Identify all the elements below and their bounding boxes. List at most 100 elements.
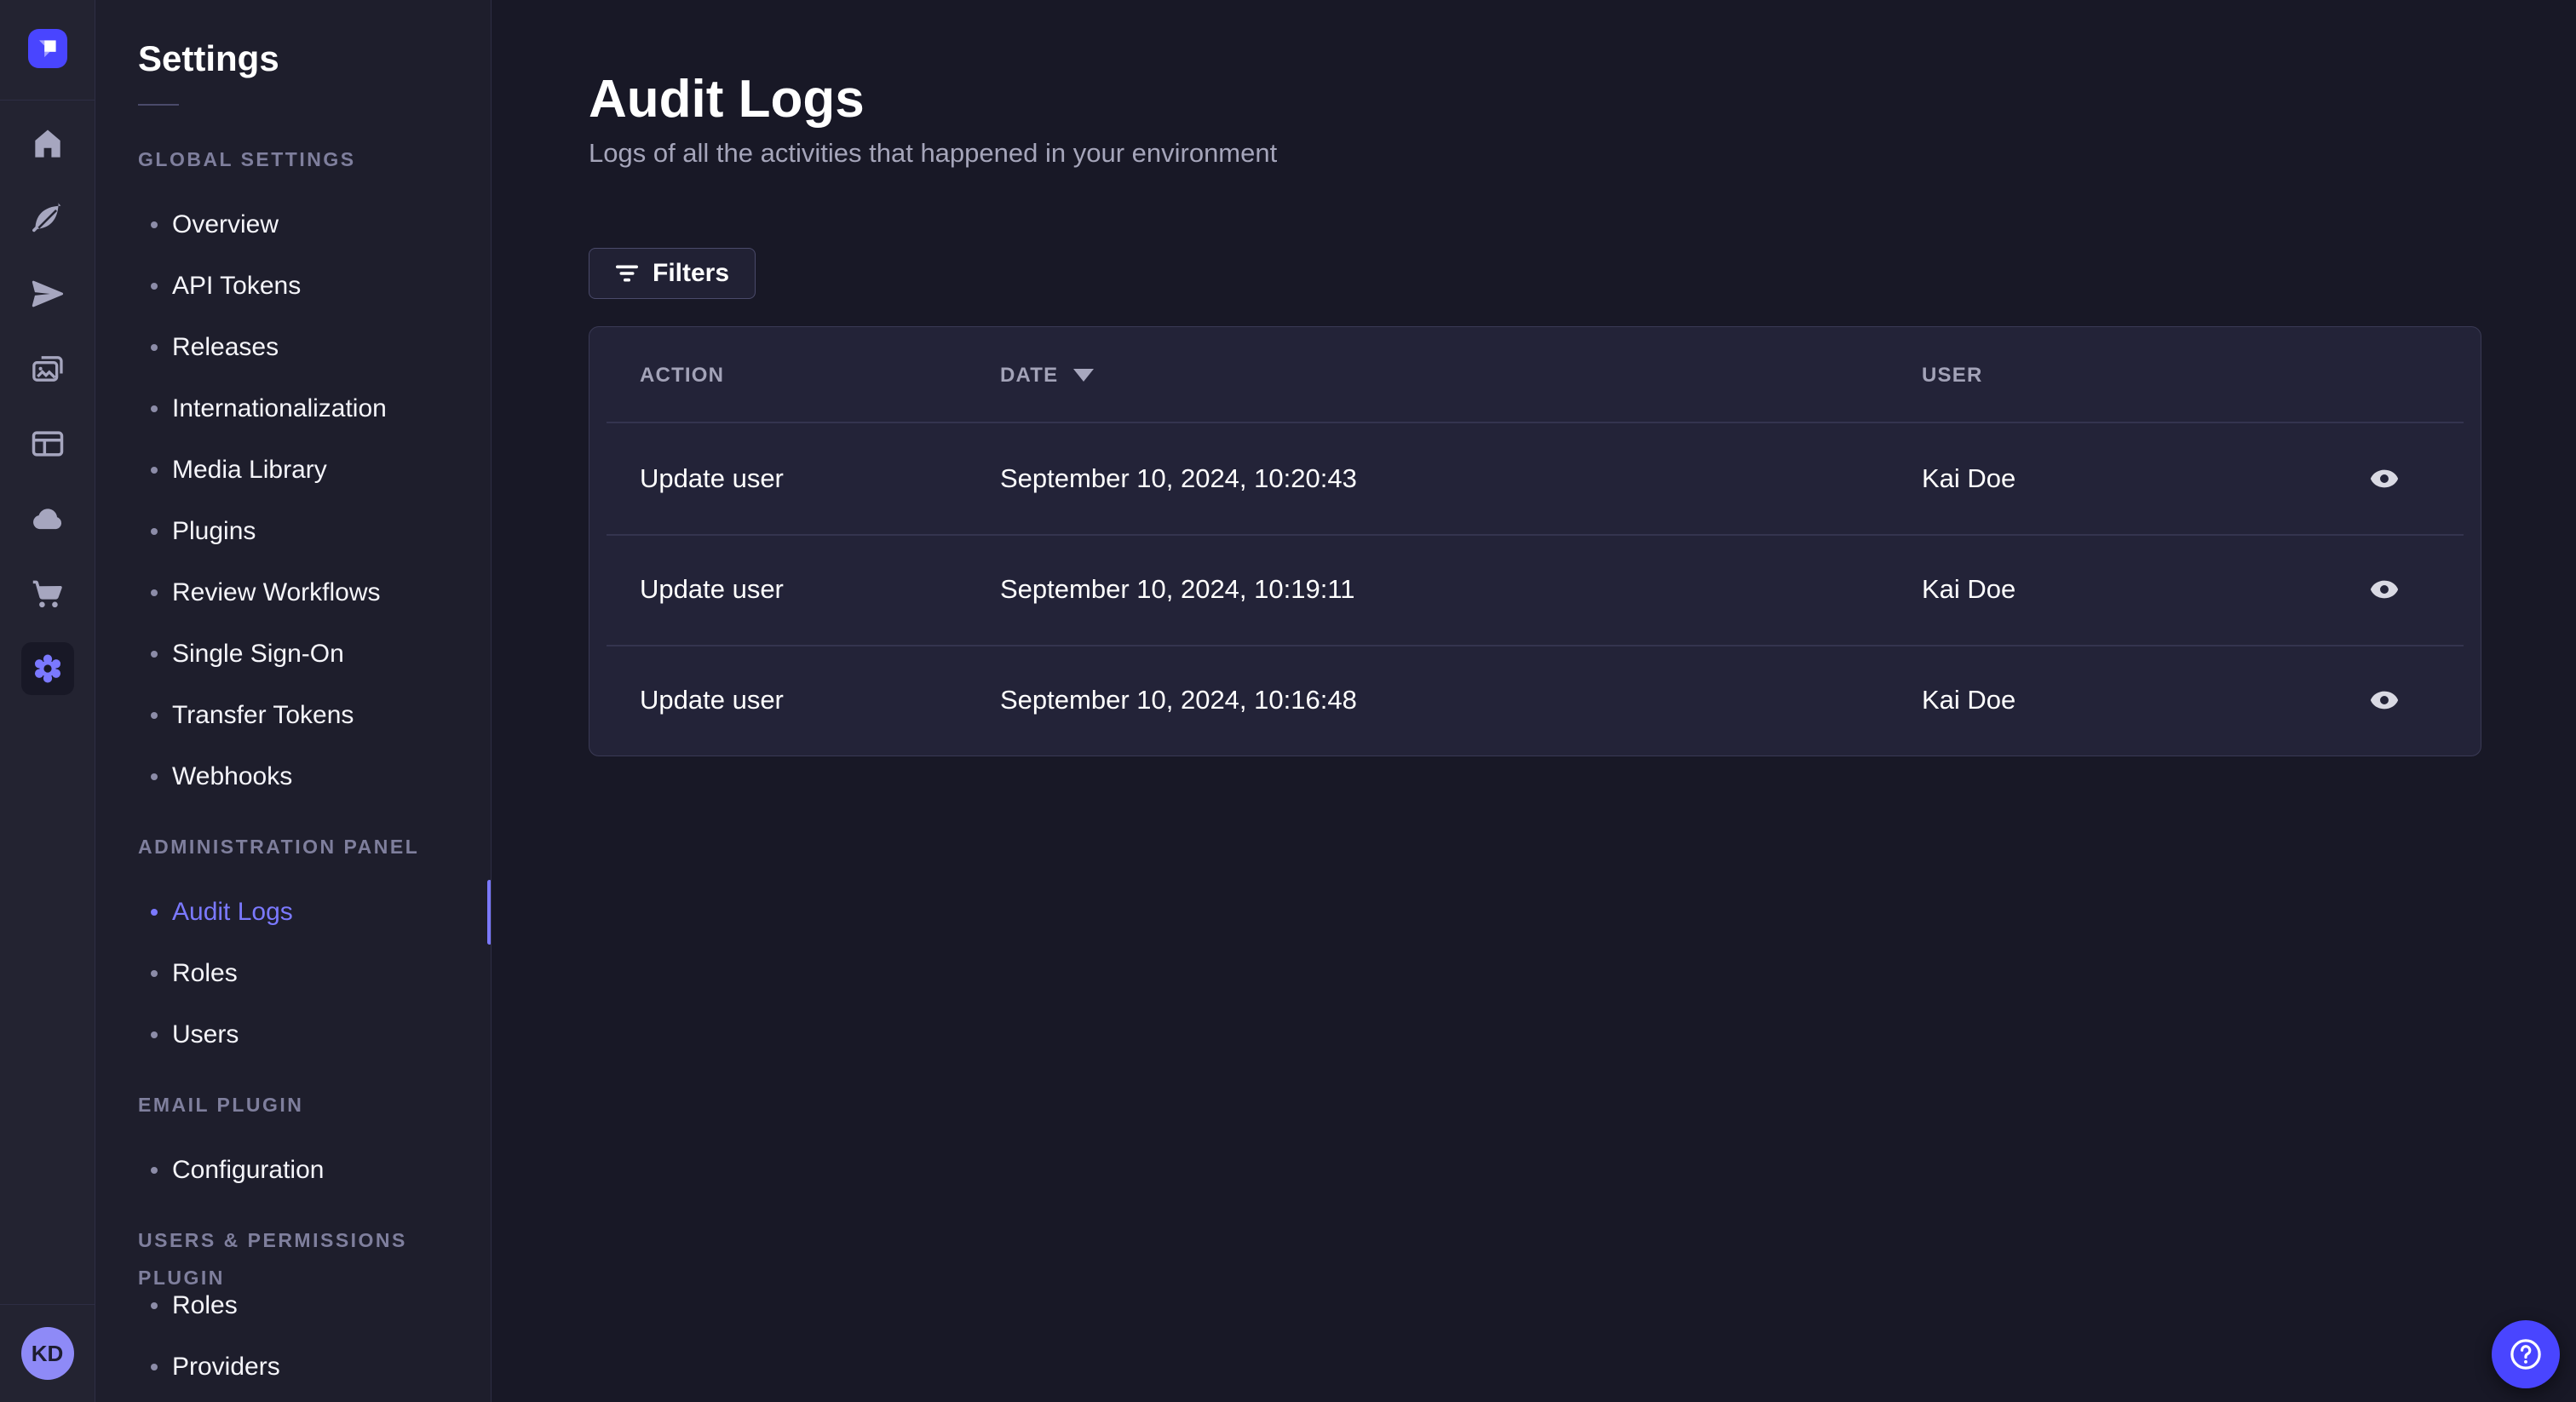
cell-user: Kai Doe [1922,574,2016,604]
sidebar-item-providers[interactable]: Providers [138,1336,491,1398]
filters-button-label: Filters [653,259,730,287]
bullet-icon [151,1167,158,1174]
section-label: EMAIL PLUGIN [138,1094,304,1116]
sidebar-item-label: Single Sign-On [172,640,344,668]
rail-cloud-icon[interactable] [21,492,74,545]
sidebar-item-label: API Tokens [172,272,302,300]
section-label: USERS & PERMISSIONS PLUGIN [138,1229,407,1289]
bullet-icon [151,344,158,351]
sidebar-item-label: Configuration [172,1156,325,1184]
bullet-icon [151,1364,158,1370]
sidebar-item-label: Media Library [172,456,327,484]
sidebar-section-global-settings: GLOBAL SETTINGS Overview API Tokens Release… [138,141,491,807]
sidebar-item-webhooks[interactable]: Webhooks [138,746,491,807]
column-header-label: ACTION [640,363,725,387]
cell-date: September 10, 2024, 10:16:48 [1000,685,1357,715]
sidebar-item-api-tokens[interactable]: API Tokens [138,256,491,317]
bullet-icon [151,773,158,780]
audit-logs-table: ACTION DATE USER Update user September 10… [589,326,2481,756]
bullet-icon [151,1302,158,1309]
rail-icon-nav [20,101,74,717]
sidebar-section-administration-panel: ADMINISTRATION PANEL Audit Logs Roles Users [138,828,491,1066]
column-header-label: USER [1922,363,1983,387]
eye-icon [2370,686,2399,715]
sidebar-item-label: Roles [172,1291,238,1319]
subnav-title: Settings [138,38,279,78]
bullet-icon [151,528,158,535]
app-root: KD Settings GLOBAL SETTINGS Overview API T… [0,0,2576,1402]
bullet-icon [151,651,158,658]
sidebar-item-label: Transfer Tokens [172,701,354,729]
page-title: Audit Logs [589,70,865,129]
cell-view [2336,686,2481,715]
main-content: Audit Logs Logs of all the activities th… [492,0,2576,1402]
cell-action: Update user [640,685,784,715]
sidebar-item-plugins[interactable]: Plugins [138,501,491,562]
table-row[interactable]: Update user September 10, 2024, 10:20:43 K… [589,423,2481,534]
subnav-title-rule [138,104,179,106]
rail-gear-icon[interactable] [20,642,74,695]
sidebar-section-users-permissions-plugin: USERS & PERMISSIONS PLUGIN Roles Providers [138,1221,491,1398]
cell-action: Update user [640,574,784,604]
sidebar-item-media-library[interactable]: Media Library [138,440,491,501]
column-header-action: ACTION [589,364,1000,388]
sidebar-item-transfer-tokens[interactable]: Transfer Tokens [138,685,491,746]
help-button[interactable] [2492,1320,2560,1388]
sidebar-item-label: Webhooks [172,762,293,790]
column-header-label: DATE [1000,363,1059,387]
column-header-date[interactable]: DATE [1000,364,1922,388]
sidebar-item-roles[interactable]: Roles [138,1275,491,1336]
cell-user: Kai Doe [1922,463,2016,493]
rail-home-icon[interactable] [21,118,74,170]
bullet-icon [151,467,158,474]
cell-user: Kai Doe [1922,685,2016,715]
section-label: ADMINISTRATION PANEL [138,836,420,858]
sidebar-item-label: Overview [172,210,279,238]
table-row[interactable]: Update user September 10, 2024, 10:16:48 K… [589,645,2481,756]
table-row[interactable]: Update user September 10, 2024, 10:19:11 K… [589,534,2481,645]
rail-cart-icon[interactable] [21,567,74,620]
sidebar-item-users[interactable]: Users [138,1004,491,1066]
bullet-icon [151,405,158,412]
bullet-icon [151,1031,158,1038]
question-mark-icon [2506,1335,2545,1374]
sidebar-item-releases[interactable]: Releases [138,317,491,378]
sidebar-item-label: Users [172,1020,239,1049]
sidebar-item-single-sign-on[interactable]: Single Sign-On [138,623,491,685]
rail-images-icon[interactable] [21,342,74,395]
main-nav-rail: KD [0,0,95,1402]
view-log-button[interactable] [2370,686,2399,715]
bullet-icon [151,712,158,719]
sidebar-item-internationalization[interactable]: Internationalization [138,378,491,440]
rail-feather-icon[interactable] [21,192,74,245]
column-header-user: USER [1922,364,2336,388]
cell-action: Update user [640,463,784,493]
caret-down-icon [1073,369,1095,382]
strapi-logo-icon[interactable] [27,29,67,68]
view-log-button[interactable] [2370,575,2399,604]
filters-button[interactable]: Filters [589,248,756,299]
cell-date: September 10, 2024, 10:20:43 [1000,463,1357,493]
sidebar-item-audit-logs[interactable]: Audit Logs [138,882,491,943]
cell-date: September 10, 2024, 10:19:11 [1000,574,1355,604]
sidebar-item-review-workflows[interactable]: Review Workflows [138,562,491,623]
sidebar-item-label: Releases [172,333,279,361]
rail-divider [0,1304,95,1305]
sidebar-item-roles[interactable]: Roles [138,943,491,1004]
cell-view [2336,464,2481,493]
rail-paper-plane-icon[interactable] [21,267,74,320]
bullet-icon [151,283,158,290]
sidebar-item-label: Audit Logs [172,898,293,926]
sidebar-item-configuration[interactable]: Configuration [138,1140,491,1201]
sidebar-section-email-plugin: EMAIL PLUGIN Configuration [138,1086,491,1201]
table-header-row: ACTION DATE USER [589,327,2481,423]
page-subtitle: Logs of all the activities that happened… [589,138,1278,168]
settings-subnav: Settings GLOBAL SETTINGS Overview API Toke… [95,0,492,1402]
sidebar-item-overview[interactable]: Overview [138,194,491,256]
view-log-button[interactable] [2370,464,2399,493]
rail-layout-icon[interactable] [21,417,74,470]
cell-view [2336,575,2481,604]
rail-bottom: KD [0,1304,95,1402]
eye-icon [2370,575,2399,604]
user-avatar[interactable]: KD [20,1327,74,1380]
